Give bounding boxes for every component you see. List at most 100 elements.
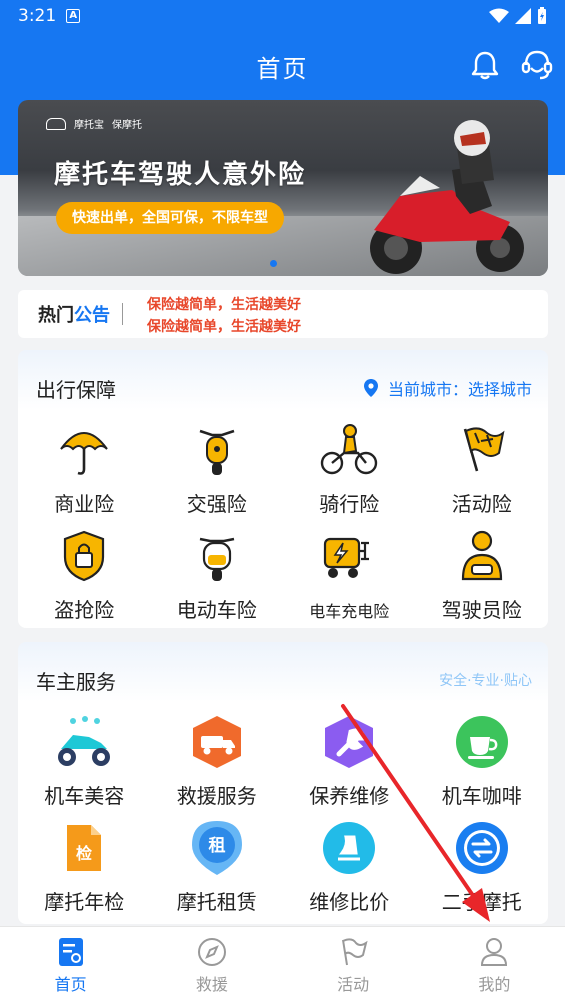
owner-services-card: 车主服务 安全·专业·贴心 机车美容 救援服务 保养维修 机车咖啡 检 摩托年检…	[18, 642, 548, 924]
notice-bar[interactable]: 热门公告 保险越简单，生活越美好 保险越简单，生活越美好	[18, 290, 548, 338]
travel-item-commercial[interactable]: 商业险	[18, 420, 151, 526]
tab-activity[interactable]: 活动	[283, 927, 424, 1004]
tab-label: 救援	[195, 975, 228, 994]
travel-item-activity[interactable]: 活动险	[416, 420, 549, 526]
owner-item-maintenance[interactable]: 保养维修	[283, 712, 416, 818]
notice-label-announce: 公告	[74, 305, 110, 326]
customer-service-icon[interactable]	[521, 48, 553, 82]
owner-item-inspection[interactable]: 检 摩托年检	[18, 818, 151, 924]
owner-item-label: 维修比价	[309, 890, 390, 914]
app-notification-icon: A	[66, 9, 81, 23]
travel-item-driver[interactable]: 驾驶员险	[416, 526, 549, 632]
brand-logo-icon	[46, 117, 66, 130]
owner-card-title: 车主服务	[36, 670, 116, 694]
travel-item-label: 骑行险	[319, 492, 380, 516]
travel-item-label: 商业险	[54, 492, 115, 516]
travel-item-label: 交强险	[186, 492, 247, 516]
wrench-icon	[325, 716, 374, 768]
travel-grid: 商业险 交强险 骑行险 活动险 盗抢险 电动车险 电车充电险 驾驶员险	[18, 420, 548, 632]
tab-home[interactable]: 首页	[0, 927, 141, 1004]
owner-item-label: 救援服务	[176, 784, 257, 808]
owner-item-label: 摩托年检	[44, 890, 125, 914]
travel-item-charging[interactable]: 电车充电险	[283, 526, 416, 632]
brand-sub: 保摩托	[112, 120, 142, 131]
battery-icon	[538, 7, 546, 24]
inspection-icon: 检	[67, 825, 102, 871]
owner-item-label: 保养维修	[309, 784, 390, 808]
notice-label: 热门公告	[38, 301, 110, 327]
used-moto-icon	[455, 822, 508, 874]
notice-label-hot: 热门	[38, 305, 74, 326]
owner-item-label: 机车美容	[44, 784, 125, 808]
travel-item-label: 驾驶员险	[441, 598, 522, 622]
banner-pill: 快速出单，全国可保，不限车型	[56, 202, 284, 234]
owner-item-label: 摩托租赁	[176, 890, 257, 914]
travel-item-riding[interactable]: 骑行险	[283, 420, 416, 526]
owner-item-moto-beauty[interactable]: 机车美容	[18, 712, 151, 818]
coffee-icon	[455, 716, 508, 768]
rider-icon	[321, 424, 378, 475]
top-nav: 首页	[0, 32, 565, 100]
banner-brand: 摩托宝 保摩托	[46, 116, 142, 131]
travel-item-label: 电动车险	[176, 598, 257, 622]
status-time: 3:21	[18, 6, 57, 26]
rent-icon: 租	[191, 821, 242, 875]
shield-lock-icon	[64, 530, 105, 582]
owner-tagline: 安全·专业·贴心	[439, 673, 532, 689]
owner-item-price-compare[interactable]: 维修比价	[283, 818, 416, 924]
motorcycle-rider-image	[370, 120, 524, 274]
notice-text-2: 保险越简单，生活越美好	[147, 319, 301, 335]
owner-grid: 机车美容 救援服务 保养维修 机车咖啡 检 摩托年检 租 摩托租赁 维修比价 二…	[18, 712, 548, 924]
user-icon	[481, 938, 508, 966]
city-selector[interactable]: 当前城市：选择城市	[363, 376, 532, 400]
status-icons	[489, 7, 547, 25]
owner-item-coffee[interactable]: 机车咖啡	[416, 712, 549, 818]
page-title: 首页	[256, 54, 309, 83]
banner-carousel-dot[interactable]	[270, 260, 277, 267]
travel-card-title: 出行保障	[36, 378, 116, 402]
travel-item-compulsory[interactable]: 交强险	[151, 420, 284, 526]
signal-icon	[515, 8, 531, 24]
owner-item-label: 机车咖啡	[441, 784, 522, 808]
tab-mine[interactable]: 我的	[424, 927, 565, 1004]
notice-scroller: 保险越简单，生活越美好 保险越简单，生活越美好	[147, 290, 367, 338]
travel-item-ebike[interactable]: 电动车险	[151, 526, 284, 632]
tow-truck-icon	[192, 716, 241, 768]
compass-icon	[197, 938, 226, 966]
tab-label: 我的	[478, 975, 511, 994]
travel-insurance-card: 出行保障 当前城市：选择城市 商业险 交强险 骑行险 活动险 盗抢险 电动车险	[18, 350, 548, 628]
tab-rescue[interactable]: 救援	[141, 927, 282, 1004]
travel-item-label: 活动险	[451, 492, 512, 516]
tab-label: 首页	[54, 975, 87, 994]
ebike-icon	[199, 537, 235, 581]
moto-wash-icon	[58, 716, 111, 766]
umbrella-icon	[60, 432, 109, 475]
bell-icon[interactable]	[471, 50, 499, 80]
city-label: 当前城市：选择城市	[387, 380, 532, 399]
wifi-icon	[489, 8, 509, 23]
compare-icon	[323, 822, 376, 874]
charging-icon	[324, 537, 370, 578]
owner-item-label: 二手摩托	[441, 890, 522, 914]
travel-item-label: 盗抢险	[54, 598, 115, 622]
owner-item-rescue[interactable]: 救援服务	[151, 712, 284, 818]
owner-item-rental[interactable]: 租 摩托租赁	[151, 818, 284, 924]
svg-text:检: 检	[76, 844, 92, 863]
bottom-tab-bar: 首页 救援 活动 我的	[0, 926, 565, 1004]
driver-icon	[461, 530, 502, 581]
svg-text:租: 租	[208, 835, 225, 856]
tab-label: 活动	[337, 975, 370, 994]
flag-icon	[463, 427, 505, 472]
notice-text-1: 保险越简单，生活越美好	[147, 297, 301, 313]
brand-name: 摩托宝	[74, 120, 104, 131]
owner-item-used-moto[interactable]: 二手摩托	[416, 818, 549, 924]
promo-banner[interactable]: 摩托宝 保摩托 摩托车驾驶人意外险 快速出单，全国可保，不限车型	[18, 100, 548, 276]
location-pin-icon	[363, 379, 378, 397]
travel-item-theft[interactable]: 盗抢险	[18, 526, 151, 632]
travel-item-label: 电车充电险	[309, 602, 390, 621]
notice-divider	[122, 303, 123, 325]
flag-icon	[342, 938, 368, 966]
scooter-icon	[199, 429, 235, 475]
home-icon	[58, 938, 83, 966]
status-bar: 3:21 A	[0, 0, 565, 32]
